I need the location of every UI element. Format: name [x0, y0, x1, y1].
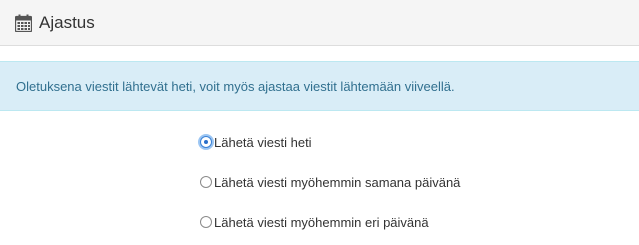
panel-header: Ajastus [0, 0, 639, 46]
radio-button-later-same-day[interactable] [200, 176, 212, 188]
radio-label-later-same-day[interactable]: Lähetä viesti myöhemmin samana päivänä [214, 175, 460, 190]
radio-button-later-other-day[interactable] [200, 216, 212, 228]
calendar-icon [15, 14, 32, 32]
radio-label-later-other-day[interactable]: Lähetä viesti myöhemmin eri päivänä [214, 215, 429, 230]
panel-title: Ajastus [39, 13, 95, 32]
radio-option-send-now[interactable]: Lähetä viesti heti [200, 133, 312, 151]
radio-button-send-now[interactable] [200, 136, 212, 148]
radio-option-later-other-day[interactable]: Lähetä viesti myöhemmin eri päivänä [200, 213, 429, 231]
info-alert: Oletuksena viestit lähtevät heti, voit m… [0, 61, 639, 111]
radio-label-send-now[interactable]: Lähetä viesti heti [214, 135, 312, 150]
radio-option-later-same-day[interactable]: Lähetä viesti myöhemmin samana päivänä [200, 173, 460, 191]
info-text: Oletuksena viestit lähtevät heti, voit m… [16, 79, 455, 94]
